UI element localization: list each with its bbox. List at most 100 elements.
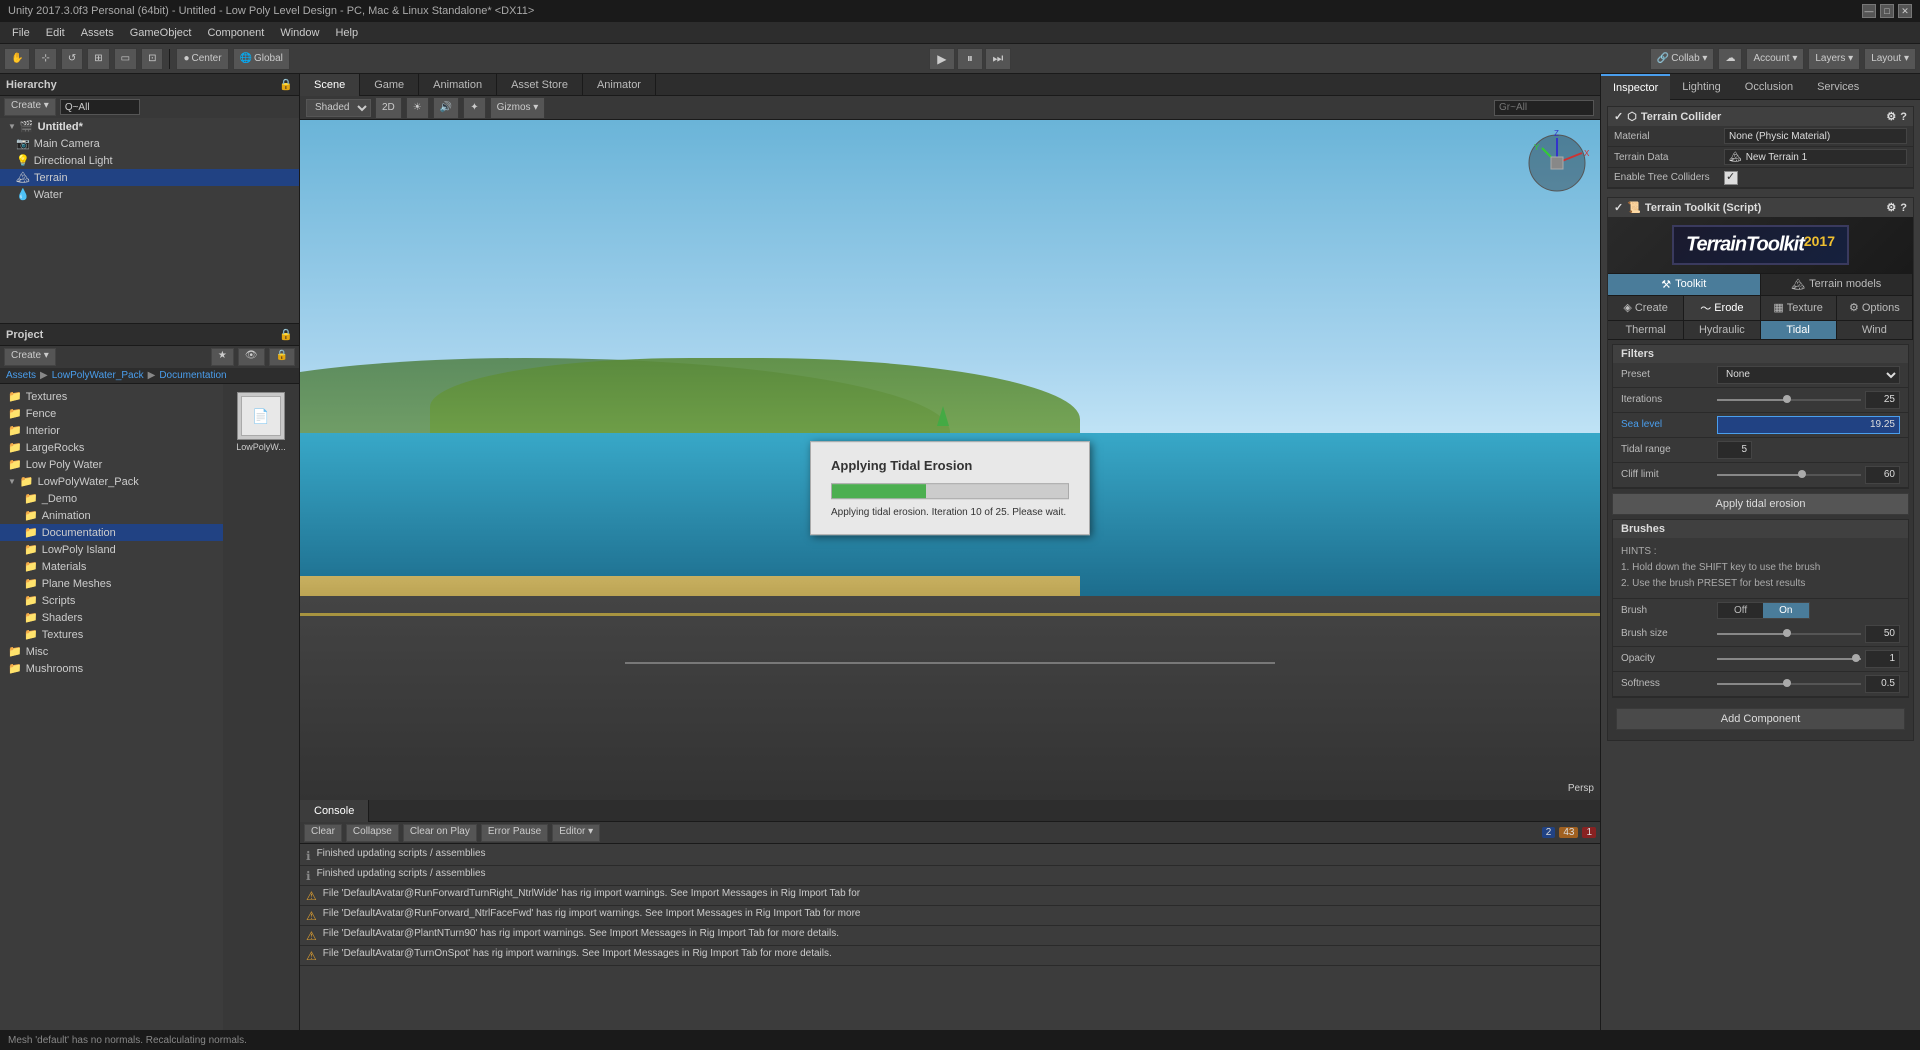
section-settings-icon[interactable]: ⚙: [1886, 110, 1896, 123]
transform-all-btn[interactable]: ⊡: [141, 48, 163, 70]
sub-tab-options[interactable]: ⚙ Options: [1837, 296, 1913, 320]
apply-tidal-btn[interactable]: Apply tidal erosion: [1612, 493, 1909, 515]
maximize-btn[interactable]: □: [1880, 4, 1894, 18]
tab-console[interactable]: Console: [300, 800, 369, 822]
error-pause-btn[interactable]: Error Pause: [481, 824, 548, 842]
menu-assets[interactable]: Assets: [73, 25, 122, 41]
project-item-textures2[interactable]: 📁 Textures: [0, 626, 223, 643]
project-item-shaders[interactable]: 📁 Shaders: [0, 609, 223, 626]
toolkit-help-icon[interactable]: ?: [1900, 202, 1907, 214]
tab-occlusion[interactable]: Occlusion: [1733, 74, 1805, 100]
erode-tab-thermal[interactable]: Thermal: [1608, 321, 1684, 339]
erode-tab-wind[interactable]: Wind: [1837, 321, 1913, 339]
account-btn[interactable]: Account ▾: [1746, 48, 1804, 70]
layout-btn[interactable]: Layout ▾: [1864, 48, 1916, 70]
tab-animator[interactable]: Animator: [583, 74, 656, 96]
hierarchy-item-directionallight[interactable]: 💡 Directional Light: [0, 152, 299, 169]
brush-on-opt[interactable]: On: [1763, 603, 1808, 618]
project-lock-btn[interactable]: 🔒: [279, 328, 293, 341]
effects-btn[interactable]: ✦: [463, 97, 485, 119]
project-create-btn[interactable]: Create ▾: [4, 348, 56, 366]
gizmos-btn[interactable]: Gizmos ▾: [490, 97, 546, 119]
collab-btn[interactable]: 🔗 Collab ▾: [1650, 48, 1715, 70]
audio-btn[interactable]: 🔊: [433, 97, 459, 119]
opacity-value[interactable]: [1865, 650, 1900, 668]
hierarchy-search[interactable]: [60, 99, 140, 115]
brushsize-value[interactable]: [1865, 625, 1900, 643]
close-btn[interactable]: ✕: [1898, 4, 1912, 18]
brushsize-slider[interactable]: [1717, 633, 1861, 635]
preset-select[interactable]: None: [1717, 366, 1900, 384]
softness-value[interactable]: [1865, 675, 1900, 693]
console-entry[interactable]: ⚠ File 'DefaultAvatar@TurnOnSpot' has ri…: [300, 946, 1600, 966]
minimize-btn[interactable]: —: [1862, 4, 1876, 18]
tab-game[interactable]: Game: [360, 74, 419, 96]
play-btn[interactable]: ▶: [929, 48, 955, 70]
clifflimit-slider[interactable]: [1717, 474, 1861, 476]
project-item-textures[interactable]: 📁 Textures: [0, 388, 223, 405]
project-eye-btn[interactable]: 👁: [238, 348, 265, 366]
collapse-btn[interactable]: Collapse: [346, 824, 399, 842]
tab-assetstore[interactable]: Asset Store: [497, 74, 583, 96]
hierarchy-item-untitled[interactable]: ▼ 🎬 Untitled*: [0, 118, 299, 135]
transform-rect-btn[interactable]: ▭: [114, 48, 137, 70]
hierarchy-item-water[interactable]: 💧 Water: [0, 186, 299, 203]
softness-slider[interactable]: [1717, 683, 1861, 685]
step-btn[interactable]: ⏭: [985, 48, 1011, 70]
breadcrumb-docs[interactable]: Documentation: [159, 370, 226, 381]
clifflimit-slider-thumb[interactable]: [1798, 470, 1806, 478]
console-entry[interactable]: ℹ Finished updating scripts / assemblies: [300, 846, 1600, 866]
tab-lighting[interactable]: Lighting: [1670, 74, 1733, 100]
material-value[interactable]: None (Physic Material): [1724, 128, 1907, 144]
hierarchy-item-terrain[interactable]: 🏔 Terrain: [0, 169, 299, 186]
toolkit-tab-toolkit[interactable]: ⚒ Toolkit: [1608, 274, 1761, 295]
toolkit-checkbox[interactable]: ✓: [1614, 201, 1623, 214]
opacity-slider[interactable]: [1717, 658, 1861, 660]
section-help-icon[interactable]: ?: [1900, 111, 1907, 123]
brush-off-opt[interactable]: Off: [1718, 603, 1763, 618]
iterations-slider-thumb[interactable]: [1783, 395, 1791, 403]
hierarchy-lock-btn[interactable]: 🔒: [279, 78, 293, 91]
project-item-mushrooms[interactable]: 📁 Mushrooms: [0, 660, 223, 677]
project-item-scripts[interactable]: 📁 Scripts: [0, 592, 223, 609]
breadcrumb-assets[interactable]: Assets: [6, 370, 36, 381]
hierarchy-create-btn[interactable]: Create ▾: [4, 98, 56, 116]
project-item-fence[interactable]: 📁 Fence: [0, 405, 223, 422]
cloud-btn[interactable]: ☁: [1718, 48, 1742, 70]
global-btn[interactable]: 🌐 Global: [233, 48, 290, 70]
project-item-demo[interactable]: 📁 _Demo: [0, 490, 223, 507]
transform-move-btn[interactable]: ⊹: [34, 48, 56, 70]
project-item-materials[interactable]: 📁 Materials: [0, 558, 223, 575]
sub-tab-texture[interactable]: ▦ Texture: [1761, 296, 1837, 320]
lighting-btn[interactable]: ☀: [406, 97, 429, 119]
console-entry[interactable]: ℹ Finished updating scripts / assemblies: [300, 866, 1600, 886]
console-entry[interactable]: ⚠ File 'DefaultAvatar@PlantNTurn90' has …: [300, 926, 1600, 946]
menu-component[interactable]: Component: [199, 25, 272, 41]
editor-btn[interactable]: Editor ▾: [552, 824, 600, 842]
sealevel-value[interactable]: [1717, 416, 1900, 434]
menu-help[interactable]: Help: [327, 25, 366, 41]
clifflimit-value[interactable]: [1865, 466, 1900, 484]
tab-scene[interactable]: Scene: [300, 74, 360, 96]
menu-file[interactable]: File: [4, 25, 38, 41]
project-item-documentation[interactable]: 📁 Documentation: [0, 524, 223, 541]
toolkit-settings-icon[interactable]: ⚙: [1886, 201, 1896, 214]
tab-services[interactable]: Services: [1805, 74, 1871, 100]
menu-edit[interactable]: Edit: [38, 25, 73, 41]
transform-scale-btn[interactable]: ⊞: [87, 48, 109, 70]
project-fav-btn[interactable]: ★: [211, 348, 234, 366]
project-item-largerocks[interactable]: 📁 LargeRocks: [0, 439, 223, 456]
project-item-lowpolywater[interactable]: 📁 Low Poly Water: [0, 456, 223, 473]
tab-animation[interactable]: Animation: [419, 74, 497, 96]
2d-btn[interactable]: 2D: [375, 97, 402, 119]
project-item-interior[interactable]: 📁 Interior: [0, 422, 223, 439]
terrain-data-value[interactable]: 🏔 New Terrain 1: [1724, 149, 1907, 165]
scene-search[interactable]: [1494, 100, 1594, 116]
breadcrumb-pack[interactable]: LowPolyWater_Pack: [52, 370, 144, 381]
transform-rotate-btn[interactable]: ↺: [61, 48, 83, 70]
console-entry[interactable]: ⚠ File 'DefaultAvatar@RunForward_NtrlFac…: [300, 906, 1600, 926]
project-file-item[interactable]: 📄 LowPolyW...: [231, 392, 291, 452]
toolkit-tab-terrainmodels[interactable]: 🏔 Terrain models: [1761, 274, 1914, 295]
project-item-misc[interactable]: 📁 Misc: [0, 643, 223, 660]
sub-tab-erode[interactable]: 〜 Erode: [1684, 296, 1760, 320]
